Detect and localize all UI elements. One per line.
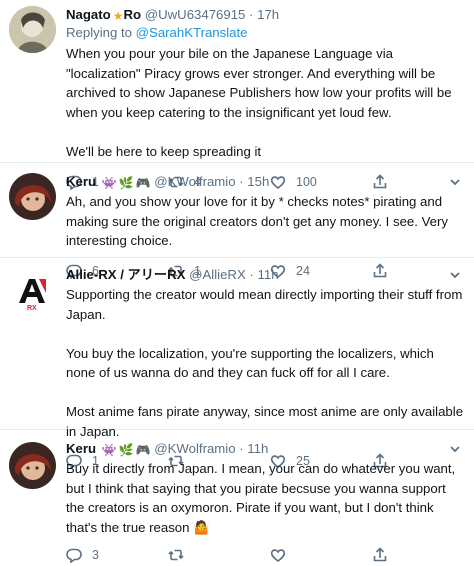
replying-to-label: Replying to (66, 25, 136, 40)
like-button[interactable] (270, 547, 372, 563)
tweet-card[interactable]: Nagato ★Ro @UwU63476915 · 17h Replying to… (0, 0, 474, 190)
user-handle[interactable]: @AllieRX (189, 267, 246, 282)
avatar[interactable] (9, 173, 56, 220)
timestamp[interactable]: 11h (247, 441, 268, 456)
tweet-card[interactable]: Keru 👾 🌿 🎮 @KWolframio · 11h Buy it direct… (0, 430, 474, 563)
user-handle[interactable]: @KWolframio (154, 174, 235, 189)
user-handle[interactable]: @KWolframio (154, 441, 235, 456)
avatar-image (9, 6, 56, 53)
like-icon (270, 549, 286, 563)
gamepad-emoji-icon: 🎮 (135, 176, 151, 190)
timestamp[interactable]: 15h (247, 174, 269, 189)
tweet-header: Keru 👾 🌿 🎮 @KWolframio · 11h (66, 440, 466, 458)
allie-rx-logo-icon: RX (9, 268, 56, 315)
separator-dot: · (239, 174, 244, 189)
tweet-text: Buy it directly from Japan. I mean, your… (66, 461, 456, 535)
separator-dot: · (249, 267, 254, 282)
tweet-card[interactable]: Keru 👾 🌿 🎮 @KWolframio · 15h Ah, and you s… (0, 163, 474, 279)
user-handle[interactable]: @UwU63476915 (145, 7, 246, 22)
share-button[interactable] (372, 547, 388, 563)
display-name[interactable]: Keru (66, 174, 96, 189)
avatar-text: RX (27, 305, 37, 312)
more-caret-icon (450, 446, 460, 453)
tweet-header: Nagato ★Ro @UwU63476915 · 17h (66, 6, 466, 24)
share-icon (373, 547, 387, 562)
more-options-button[interactable] (448, 175, 462, 189)
separator-dot: · (239, 441, 244, 456)
avatar[interactable] (9, 6, 56, 53)
avatar[interactable]: RX (9, 268, 56, 315)
retweet-button[interactable] (168, 547, 270, 563)
herb-emoji-icon: 🌿 (118, 443, 134, 457)
alien-emoji-icon: 👾 (101, 176, 117, 190)
timestamp[interactable]: 11h (258, 267, 279, 282)
replying-to-link[interactable]: @SarahKTranslate (136, 25, 248, 40)
avatar-image (9, 173, 56, 220)
herb-emoji-icon: 🌿 (118, 176, 134, 190)
separator-dot: · (249, 7, 254, 22)
alien-emoji-icon: 👾 (101, 443, 117, 457)
reply-button[interactable]: 3 (66, 547, 168, 563)
display-name-suffix[interactable]: Ro (123, 7, 141, 22)
more-options-button[interactable] (448, 442, 462, 456)
retweet-icon (168, 549, 184, 561)
more-caret-icon (450, 272, 460, 279)
reply-icon (66, 548, 82, 563)
display-name[interactable]: Keru (66, 441, 96, 456)
more-options-button[interactable] (448, 268, 462, 282)
replying-to: Replying to @SarahKTranslate (66, 24, 466, 42)
tweet-header: Allie-RX / アリーRX @AllieRX · 11h (66, 266, 466, 284)
tweet-card[interactable]: RX Allie-RX / アリーRX @AllieRX · 11h Suppo… (0, 258, 474, 469)
tweet-text: Supporting the creator would mean direct… (66, 287, 464, 439)
tweet-actions: 3 (66, 544, 466, 566)
tweet-header: Keru 👾 🌿 🎮 @KWolframio · 15h (66, 173, 466, 191)
display-name[interactable]: Allie-RX / アリーRX (66, 267, 185, 282)
star-emoji-icon: ★ (112, 9, 124, 23)
avatar[interactable] (9, 442, 56, 489)
more-caret-icon (450, 179, 460, 186)
tweet-text: Ah, and you show your love for it by * c… (66, 194, 448, 248)
timestamp[interactable]: 17h (257, 7, 279, 22)
avatar-image (9, 442, 56, 489)
gamepad-emoji-icon: 🎮 (135, 443, 151, 457)
reply-count: 3 (92, 548, 99, 562)
tweet-text: When you pour your bile on the Japanese … (66, 46, 452, 159)
display-name[interactable]: Nagato (66, 7, 111, 22)
